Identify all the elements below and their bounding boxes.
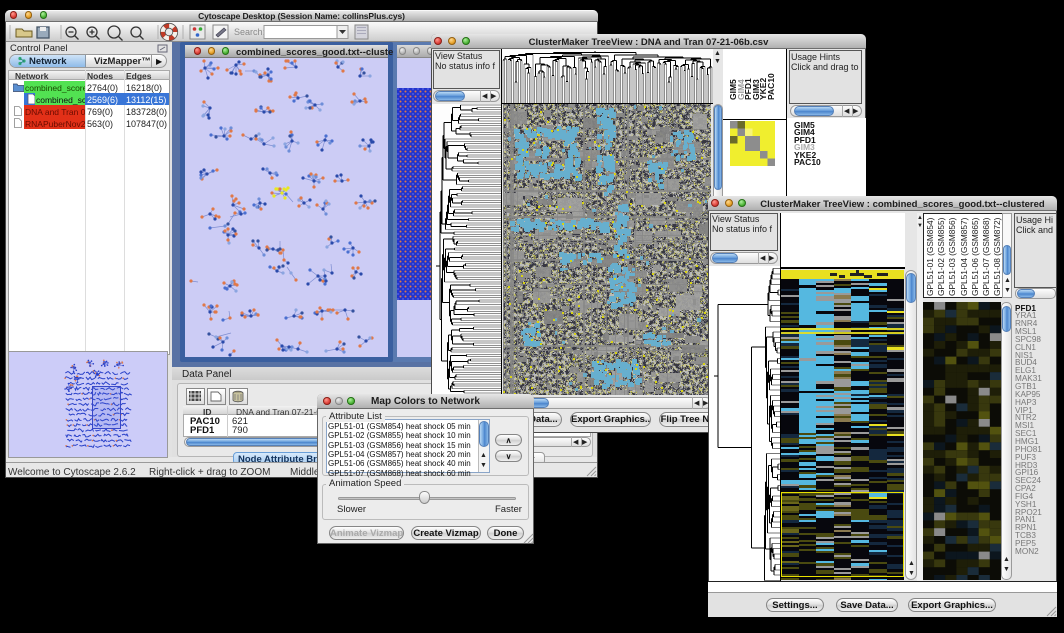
svg-text:Search:: Search: xyxy=(234,27,265,37)
